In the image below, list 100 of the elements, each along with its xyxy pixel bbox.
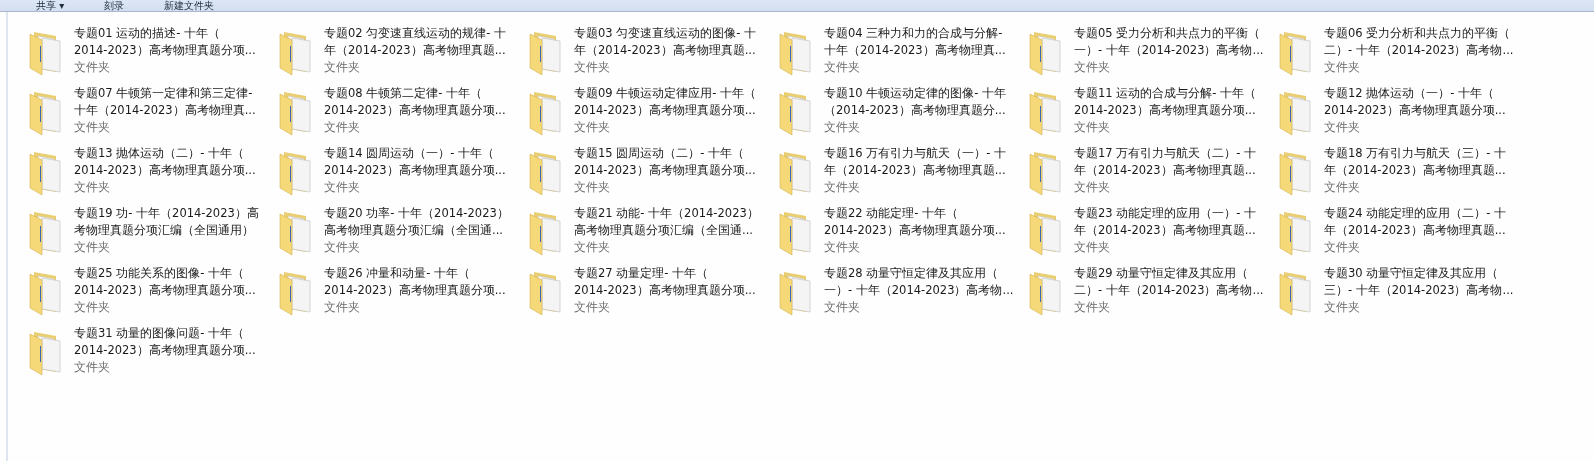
folder-name: 高考物理真题分项汇编（全国通... xyxy=(324,222,504,239)
folder-type: 文件夹 xyxy=(574,299,611,316)
folder-type: 文件夹 xyxy=(74,179,111,196)
folder-name: 一）- 十年（2014-2023）高考物... xyxy=(1074,42,1264,59)
folder-type: 文件夹 xyxy=(74,119,111,136)
folder-name: 年（2014-2023）高考物理真题... xyxy=(1324,222,1507,239)
folder-name: 专题16 万有引力与航天（一）- 十 xyxy=(824,145,1007,162)
folder-item[interactable]: 专题15 圆周运动（二）- 十年（ 2014-2023）高考物理真题分项... 文件夹 xyxy=(526,142,776,202)
folder-name: 专题08 牛顿第二定律- 十年（ xyxy=(324,85,484,102)
folder-item[interactable]: 专题30 动量守恒定律及其应用（ 三）- 十年（2014-2023）高考物... 文件夹 xyxy=(1276,262,1526,322)
folder-type: 文件夹 xyxy=(74,299,111,316)
folder-name: 2014-2023）高考物理真题分项... xyxy=(74,162,256,179)
folder-name: 十年（2014-2023）高考物理真... xyxy=(824,42,1006,59)
folder-item[interactable]: 专题19 功- 十年（2014-2023）高 考物理真题分项汇编（全国通用） 文件夹 xyxy=(26,202,276,262)
folder-type: 文件夹 xyxy=(1074,299,1111,316)
folder-item[interactable]: 专题23 动能定理的应用（一）- 十 年（2014-2023）高考物理真题... 文件夹 xyxy=(1026,202,1276,262)
folder-type: 文件夹 xyxy=(1324,59,1361,76)
folder-name: 二）- 十年（2014-2023）高考物... xyxy=(1324,42,1514,59)
folder-name: 考物理真题分项汇编（全国通用） xyxy=(74,222,255,239)
folder-item[interactable]: 专题04 三种力和力的合成与分解- 十年（2014-2023）高考物理真... 文件夹 xyxy=(776,22,1026,82)
folder-name: 专题26 冲量和动量- 十年（ xyxy=(324,265,472,282)
folder-item[interactable]: 专题14 圆周运动（一）- 十年（ 2014-2023）高考物理真题分项... 文件夹 xyxy=(276,142,526,202)
folder-item[interactable]: 专题31 动量的图像问题- 十年（ 2014-2023）高考物理真题分项... 文件夹 xyxy=(26,322,276,382)
folder-item[interactable]: 专题07 牛顿第一定律和第三定律- 十年（2014-2023）高考物理真... 文件夹 xyxy=(26,82,276,142)
folder-name: 2014-2023）高考物理真题分项... xyxy=(574,102,757,119)
folder-name: 专题12 抛体运动（一）- 十年（ xyxy=(1324,85,1496,102)
folder-name: 专题29 动量守恒定律及其应用（ xyxy=(1074,265,1250,282)
folder-item[interactable]: 专题06 受力分析和共点力的平衡（ 二）- 十年（2014-2023）高考物... 文件夹 xyxy=(1276,22,1526,82)
folder-type: 文件夹 xyxy=(1324,239,1361,256)
folder-type: 文件夹 xyxy=(1074,59,1111,76)
folder-type: 文件夹 xyxy=(324,119,361,136)
folder-name: 2014-2023）高考物理真题分项... xyxy=(74,282,256,299)
folder-name: 专题17 万有引力与航天（二）- 十 xyxy=(1074,145,1257,162)
folder-name: 专题09 牛顿运动定律应用- 十年（ xyxy=(574,85,757,102)
folder-type: 文件夹 xyxy=(574,119,611,136)
folder-name: 2014-2023）高考物理真题分项... xyxy=(1324,102,1506,119)
folder-item[interactable]: 专题24 动能定理的应用（二）- 十 年（2014-2023）高考物理真题... 文件夹 xyxy=(1276,202,1526,262)
folder-name: 2014-2023）高考物理真题分项... xyxy=(1074,102,1257,119)
folder-type: 文件夹 xyxy=(324,239,361,256)
folder-name: 专题10 牛顿运动定律的图像- 十年 xyxy=(824,85,1007,102)
folder-name: 专题21 动能- 十年（2014-2023） xyxy=(574,205,759,222)
folder-name: 2014-2023）高考物理真题分项... xyxy=(574,282,756,299)
folder-item[interactable]: 专题17 万有引力与航天（二）- 十 年（2014-2023）高考物理真题... 文件夹 xyxy=(1026,142,1276,202)
folder-name: 2014-2023）高考物理真题分项... xyxy=(324,162,506,179)
folder-item[interactable]: 专题18 万有引力与航天（三）- 十 年（2014-2023）高考物理真题... 文件夹 xyxy=(1276,142,1526,202)
folder-item[interactable]: 专题25 功能关系的图像- 十年（ 2014-2023）高考物理真题分项... 文件夹 xyxy=(26,262,276,322)
folder-name: 专题23 动能定理的应用（一）- 十 xyxy=(1074,205,1257,222)
folder-name: 年（2014-2023）高考物理真题... xyxy=(1074,162,1257,179)
folder-item[interactable]: 专题10 牛顿运动定律的图像- 十年 （2014-2023）高考物理真题分... 文件夹 xyxy=(776,82,1026,142)
folder-item[interactable]: 专题08 牛顿第二定律- 十年（ 2014-2023）高考物理真题分项... 文件夹 xyxy=(276,82,526,142)
folder-name: 年（2014-2023）高考物理真题... xyxy=(824,162,1007,179)
folder-type: 文件夹 xyxy=(324,299,361,316)
folder-type: 文件夹 xyxy=(324,59,361,76)
folder-item[interactable]: 专题28 动量守恒定律及其应用（ 一）- 十年（2014-2023）高考物... 文件夹 xyxy=(776,262,1026,322)
folder-name: 专题11 运动的合成与分解- 十年（ xyxy=(1074,85,1257,102)
folder-item[interactable]: 专题02 匀变速直线运动的规律- 十 年（2014-2023）高考物理真题... 文件夹 xyxy=(276,22,526,82)
toolbar-button[interactable]: 新建文件夹 xyxy=(164,0,215,11)
folder-name: 年（2014-2023）高考物理真题... xyxy=(574,42,757,59)
folder-item[interactable]: 专题09 牛顿运动定律应用- 十年（ 2014-2023）高考物理真题分项... 文件夹 xyxy=(526,82,776,142)
folder-name: 专题02 匀变速直线运动的规律- 十 xyxy=(324,25,507,42)
folder-item[interactable]: 专题01 运动的描述- 十年（ 2014-2023）高考物理真题分项... 文件夹 xyxy=(26,22,276,82)
folder-name: （2014-2023）高考物理真题分... xyxy=(824,102,1007,119)
folder-name: 专题30 动量守恒定律及其应用（ xyxy=(1324,265,1500,282)
folder-name: 2014-2023）高考物理真题分项... xyxy=(74,342,256,359)
folder-name: 专题27 动量定理- 十年（ xyxy=(574,265,710,282)
folder-type: 文件夹 xyxy=(1074,119,1111,136)
folder-item[interactable]: 专题13 抛体运动（二）- 十年（ 2014-2023）高考物理真题分项... 文件夹 xyxy=(26,142,276,202)
folder-name: 2014-2023）高考物理真题分项... xyxy=(574,162,756,179)
folder-item[interactable]: 专题21 动能- 十年（2014-2023） 高考物理真题分项汇编（全国通... 文件夹 xyxy=(526,202,776,262)
folder-item[interactable]: 专题26 冲量和动量- 十年（ 2014-2023）高考物理真题分项... 文件夹 xyxy=(276,262,526,322)
folder-item[interactable]: 专题12 抛体运动（一）- 十年（ 2014-2023）高考物理真题分项... 文件夹 xyxy=(1276,82,1526,142)
folder-name: 高考物理真题分项汇编（全国通... xyxy=(574,222,754,239)
folder-name: 专题31 动量的图像问题- 十年（ xyxy=(74,325,246,342)
folder-name: 专题06 受力分析和共点力的平衡（ xyxy=(1324,25,1512,42)
folder-name: 年（2014-2023）高考物理真题... xyxy=(1074,222,1257,239)
toolbar-button[interactable]: 刻录 xyxy=(104,0,125,11)
folder-name: 2014-2023）高考物理真题分项... xyxy=(324,102,506,119)
folder-type: 文件夹 xyxy=(574,59,611,76)
folder-item[interactable]: 专题03 匀变速直线运动的图像- 十 年（2014-2023）高考物理真题... 文件夹 xyxy=(526,22,776,82)
folder-name: 专题04 三种力和力的合成与分解- xyxy=(824,25,1004,42)
folder-name: 专题07 牛顿第一定律和第三定律- xyxy=(74,85,254,102)
folder-name: 专题24 动能定理的应用（二）- 十 xyxy=(1324,205,1507,222)
folder-item[interactable]: 专题27 动量定理- 十年（ 2014-2023）高考物理真题分项... 文件夹 xyxy=(526,262,776,322)
folder-item[interactable]: 专题20 功率- 十年（2014-2023） 高考物理真题分项汇编（全国通... 文件夹 xyxy=(276,202,526,262)
folder-item[interactable]: 专题22 动能定理- 十年（ 2014-2023）高考物理真题分项... 文件夹 xyxy=(776,202,1026,262)
folder-name: 三）- 十年（2014-2023）高考物... xyxy=(1324,282,1514,299)
folder-type: 文件夹 xyxy=(1074,179,1111,196)
folder-name: 专题13 抛体运动（二）- 十年（ xyxy=(74,145,246,162)
folder-item[interactable]: 专题11 运动的合成与分解- 十年（ 2014-2023）高考物理真题分项... 文件夹 xyxy=(1026,82,1276,142)
folder-item[interactable]: 专题05 受力分析和共点力的平衡（ 一）- 十年（2014-2023）高考物... 文件夹 xyxy=(1026,22,1276,82)
folder-name: 专题28 动量守恒定律及其应用（ xyxy=(824,265,1000,282)
folder-name: 专题01 运动的描述- 十年（ xyxy=(74,25,222,42)
folder-name: 专题25 功能关系的图像- 十年（ xyxy=(74,265,246,282)
folder-type: 文件夹 xyxy=(74,359,111,376)
folder-name: 一）- 十年（2014-2023）高考物... xyxy=(824,282,1014,299)
folder-name: 2014-2023）高考物理真题分项... xyxy=(74,42,256,59)
toolbar-button[interactable]: 共享 ▾ xyxy=(36,0,65,11)
folder-item[interactable]: 专题29 动量守恒定律及其应用（ 二）- 十年（2014-2023）高考物... 文件夹 xyxy=(1026,262,1276,322)
folder-item[interactable]: 专题16 万有引力与航天（一）- 十 年（2014-2023）高考物理真题... 文件夹 xyxy=(776,142,1026,202)
folder-type: 文件夹 xyxy=(574,239,611,256)
